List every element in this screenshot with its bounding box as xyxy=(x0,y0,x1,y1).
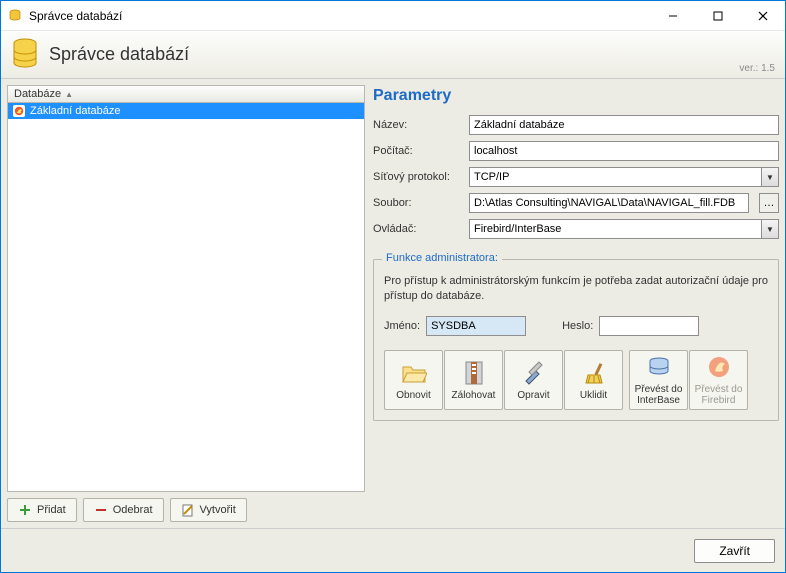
credentials-row: Jméno: Heslo: xyxy=(384,316,768,336)
repair-label: Opravit xyxy=(517,390,549,401)
create-button-label: Vytvořit xyxy=(200,504,236,516)
remove-icon xyxy=(94,503,108,517)
convert-interbase-label: Převést do InterBase xyxy=(632,384,685,406)
row-protocol: Síťový protokol: ▼ xyxy=(373,167,779,187)
browse-button[interactable]: … xyxy=(759,193,779,213)
restore-label: Obnovit xyxy=(396,390,430,401)
database-list[interactable]: Základní databáze xyxy=(7,102,365,492)
sort-indicator-icon: ▲ xyxy=(65,90,73,99)
tools-icon xyxy=(520,359,548,387)
left-pane: Databáze ▲ Základní databáze xyxy=(7,85,365,522)
admin-description: Pro přístup k administrátorským funkcím … xyxy=(384,274,768,304)
remove-button[interactable]: Odebrat xyxy=(83,498,164,522)
password-input[interactable] xyxy=(599,316,699,336)
label-password: Heslo: xyxy=(562,320,593,332)
maximize-button[interactable] xyxy=(695,1,740,30)
row-file: Soubor: … xyxy=(373,193,779,213)
add-button[interactable]: Přidat xyxy=(7,498,77,522)
app-window: Správce databází Správce databází ver.: … xyxy=(0,0,786,573)
folder-open-icon xyxy=(400,359,428,387)
left-button-bar: Přidat Odebrat Vytvořit xyxy=(7,498,365,522)
driver-select[interactable]: ▼ xyxy=(469,219,779,239)
restore-button[interactable]: Obnovit xyxy=(384,350,443,410)
host-input[interactable] xyxy=(469,141,779,161)
right-pane: Parametry Název: Počítač: Síťový protoko… xyxy=(373,85,779,522)
convert-firebird-label: Převést do Firebird xyxy=(692,384,745,406)
label-host: Počítač: xyxy=(373,145,463,157)
firebird-icon xyxy=(12,104,26,118)
create-icon xyxy=(181,503,195,517)
repair-button[interactable]: Opravit xyxy=(504,350,563,410)
row-host: Počítač: xyxy=(373,141,779,161)
close-button-label: Zavřít xyxy=(719,544,750,558)
list-item[interactable]: Základní databáze xyxy=(8,103,364,119)
username-input[interactable] xyxy=(426,316,526,336)
label-file: Soubor: xyxy=(373,197,463,209)
minimize-button[interactable] xyxy=(650,1,695,30)
archive-icon xyxy=(460,359,488,387)
protocol-value[interactable] xyxy=(469,167,761,187)
protocol-select[interactable]: ▼ xyxy=(469,167,779,187)
chevron-down-icon[interactable]: ▼ xyxy=(761,167,779,187)
window-title: Správce databází xyxy=(29,9,650,23)
label-driver: Ovládač: xyxy=(373,223,463,235)
file-input[interactable] xyxy=(469,193,749,213)
cleanup-button[interactable]: Uklidit xyxy=(564,350,623,410)
header-banner: Správce databází ver.: 1.5 xyxy=(1,31,785,79)
app-icon xyxy=(7,8,23,24)
parameters-title: Parametry xyxy=(373,87,779,105)
remove-button-label: Odebrat xyxy=(113,504,153,516)
cleanup-label: Uklidit xyxy=(580,390,607,401)
window-controls xyxy=(650,1,785,30)
create-button[interactable]: Vytvořit xyxy=(170,498,247,522)
database-logo-icon xyxy=(11,37,39,73)
firebird-icon xyxy=(705,353,733,381)
list-item-label: Základní databáze xyxy=(30,105,121,117)
content-area: Databáze ▲ Základní databáze xyxy=(1,79,785,528)
add-icon xyxy=(18,503,32,517)
backup-label: Zálohovat xyxy=(452,390,496,401)
close-window-button[interactable] xyxy=(740,1,785,30)
admin-actions: Obnovit Zálohovat Opravit xyxy=(384,350,768,410)
broom-icon xyxy=(580,359,608,387)
row-name: Název: xyxy=(373,115,779,135)
database-list-header[interactable]: Databáze ▲ xyxy=(7,85,365,102)
add-button-label: Přidat xyxy=(37,504,66,516)
name-input[interactable] xyxy=(469,115,779,135)
driver-value[interactable] xyxy=(469,219,761,239)
database-list-header-label: Databáze xyxy=(14,88,61,100)
label-username: Jméno: xyxy=(384,320,420,332)
footer: Zavřít xyxy=(1,528,785,572)
interbase-icon xyxy=(645,353,673,381)
admin-legend: Funkce administratora: xyxy=(382,252,502,264)
admin-group: Funkce administratora: Pro přístup k adm… xyxy=(373,259,779,421)
version-label: ver.: 1.5 xyxy=(739,63,775,74)
banner-title: Správce databází xyxy=(49,44,189,65)
convert-firebird-button[interactable]: Převést do Firebird xyxy=(689,350,748,410)
convert-interbase-button[interactable]: Převést do InterBase xyxy=(629,350,688,410)
chevron-down-icon[interactable]: ▼ xyxy=(761,219,779,239)
label-name: Název: xyxy=(373,119,463,131)
row-driver: Ovládač: ▼ xyxy=(373,219,779,239)
close-button[interactable]: Zavřít xyxy=(694,539,775,563)
label-protocol: Síťový protokol: xyxy=(373,171,463,183)
titlebar: Správce databází xyxy=(1,1,785,31)
backup-button[interactable]: Zálohovat xyxy=(444,350,503,410)
